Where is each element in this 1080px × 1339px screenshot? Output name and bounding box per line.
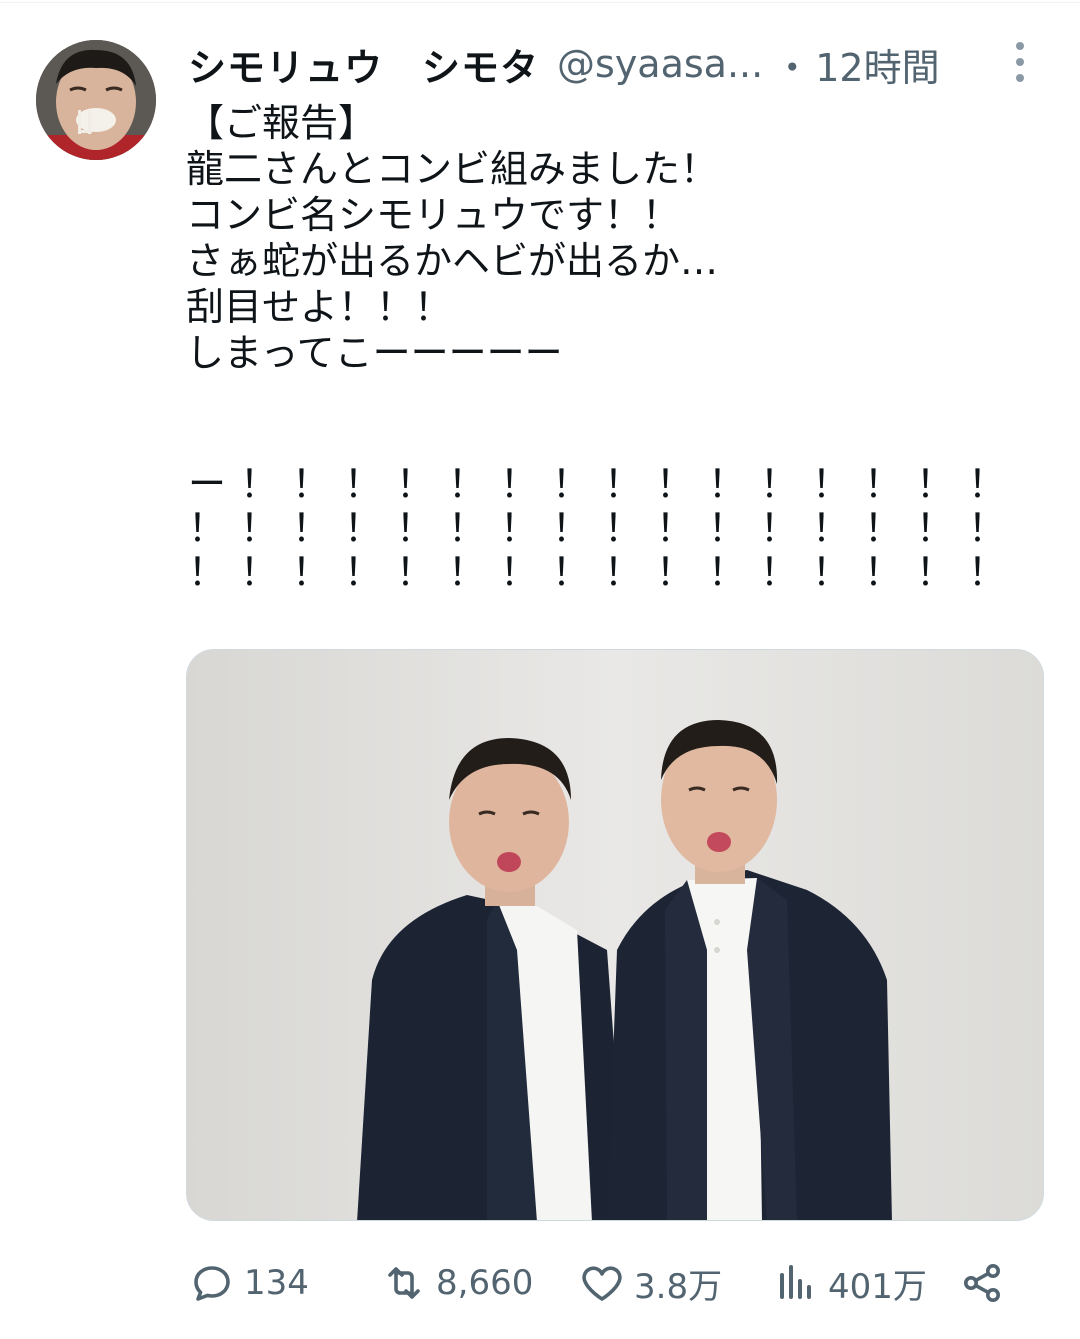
avatar-image — [36, 40, 156, 160]
user-handle[interactable]: @syaasa... — [557, 42, 763, 86]
heart-icon — [582, 1266, 622, 1301]
separator: ・ — [773, 45, 812, 90]
like-count: 3.8万 — [634, 1266, 723, 1307]
like-button[interactable]: 3.8万 — [578, 1256, 722, 1310]
share-button[interactable] — [958, 1256, 1006, 1310]
tweet-text-line: ！！！！！！！！！！！！！！！！！！！！ — [188, 506, 1008, 550]
tweet-text-line: ！！！！！！！！！！！！！！！！！！！！ — [188, 550, 1008, 594]
more-dot — [1016, 74, 1024, 82]
timestamp[interactable]: 12時間 — [815, 37, 939, 92]
tweet-text-line: 刮目せよ！！！ — [186, 285, 453, 329]
views-button[interactable]: 401万 — [772, 1256, 927, 1310]
more-dot — [1016, 42, 1024, 50]
more-vertical-icon[interactable] — [1004, 40, 1036, 84]
reply-count: 134 — [244, 1263, 309, 1303]
tweet-text: 【ご報告】 龍二さんとコンビ組みました！ コンビ名シモリュウです！！ さぁ蛇が出… — [186, 100, 1006, 376]
retweet-count: 8,660 — [436, 1263, 534, 1303]
view-count: 401万 — [828, 1266, 927, 1307]
action-bar: 134 8,660 3.8万 401万 — [188, 1256, 1018, 1310]
tweet-header: シモリュウ シモタ @syaasa... ・ 12時間 — [188, 32, 1048, 96]
analytics-icon — [780, 1265, 811, 1299]
tweet-text-line: コンビ名シモリュウです！！ — [186, 193, 681, 237]
tweet-text-line: 【ご報告】 — [186, 101, 377, 145]
retweet-button[interactable]: 8,660 — [380, 1256, 533, 1310]
reply-icon — [194, 1266, 230, 1301]
more-dot — [1016, 58, 1024, 66]
tweet-text-exclamations: ー！！！！！！！！！！！！！！！！！！！ ！！！！！！！！！！！！！！！！！！！… — [188, 462, 1008, 594]
top-divider — [0, 2, 1080, 3]
display-name[interactable]: シモリュウ シモタ — [188, 37, 539, 92]
tweet-text-line: 龍二さんとコンビ組みました！ — [186, 147, 719, 191]
tweet-text-line: ー！！！！！！！！！！！！！！！！！！！ — [188, 462, 1008, 506]
photo-image — [187, 650, 1043, 1220]
share-icon — [964, 1264, 1000, 1302]
avatar[interactable] — [36, 40, 156, 160]
tweet-text-line: さぁ蛇が出るかヘビが出るか… — [186, 239, 719, 283]
tweet-text-line: しまってこーーーーー — [186, 331, 563, 375]
retweet-icon — [388, 1267, 420, 1299]
reply-button[interactable]: 134 — [188, 1256, 309, 1310]
tweet-photo[interactable] — [186, 649, 1044, 1221]
